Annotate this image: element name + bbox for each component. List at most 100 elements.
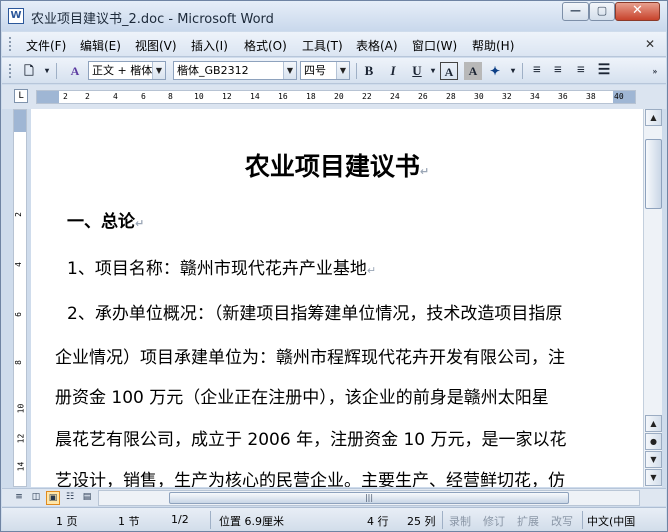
ruler-tick: 2 (63, 92, 68, 101)
formatting-toolbar: 🗋 ▾ A 正文 + 楷体 ▼ 楷体_GB2312 ▼ 四号 ▼ B I U ▾ A … (2, 58, 666, 84)
menu-view[interactable]: 视图(V) (135, 37, 177, 54)
status-position: 位置 6.9厘米 (219, 515, 284, 528)
left-margin-region (37, 91, 59, 103)
close-button[interactable]: ✕ (615, 2, 660, 21)
ruler-tick: 26 (418, 92, 428, 101)
chevron-down-icon[interactable]: ▼ (283, 62, 296, 79)
style-select[interactable]: 正文 + 楷体 ▼ (88, 61, 166, 80)
previous-page-icon[interactable]: ▲ (645, 415, 662, 432)
phonetic-guide-icon[interactable]: ✦ (486, 62, 504, 80)
reading-view-icon[interactable]: ▤ (80, 491, 94, 505)
document-page[interactable]: 农业项目建议书↵ 一、总论↵ 1、项目名称：赣州市现代花卉产业基地↵ 2、承办单… (31, 109, 643, 487)
toolbar-options-icon[interactable]: ▾ (38, 62, 56, 80)
menu-table[interactable]: 表格(A) (356, 37, 398, 54)
toolbar-separator (356, 63, 357, 79)
vertical-ruler[interactable]: 2 4 6 8 10 12 14 (13, 109, 27, 487)
menubar-grip-icon[interactable] (8, 36, 12, 52)
ruler-tick: 32 (502, 92, 512, 101)
vruler-tick: 4 (13, 262, 23, 267)
align-left-icon[interactable]: ≡ (528, 62, 546, 80)
window-title: 农业项目建议书_2.doc - Microsoft Word (31, 12, 274, 27)
status-page: 1 页 (56, 515, 78, 528)
ruler-tick: 4 (113, 92, 118, 101)
status-divider (210, 511, 211, 529)
font-select[interactable]: 楷体_GB2312 ▼ (173, 61, 297, 80)
ruler-tick: 36 (558, 92, 568, 101)
scroll-up-icon[interactable]: ▲ (645, 109, 662, 126)
ruler-tick: 38 (586, 92, 596, 101)
paragraph-mark: ↵ (366, 264, 377, 277)
justify-icon[interactable]: ☰ (595, 62, 613, 80)
toolbar-separator (56, 63, 57, 79)
status-extend[interactable]: 扩展 (517, 513, 539, 529)
vruler-tick: 2 (13, 212, 23, 217)
select-browse-object-icon[interactable]: ● (645, 433, 662, 450)
ruler-tick: 18 (306, 92, 316, 101)
new-document-icon[interactable]: 🗋 (20, 62, 38, 80)
vertical-scrollbar[interactable]: ▲ ▲ ● ▼ ▼ (643, 109, 662, 487)
menu-edit[interactable]: 编辑(E) (80, 37, 121, 54)
ruler-tick: 14 (250, 92, 260, 101)
web-view-icon[interactable]: ◫ (29, 491, 43, 505)
menu-insert[interactable]: 插入(I) (191, 37, 228, 54)
close-document-icon[interactable]: ✕ (645, 37, 655, 51)
align-center-icon[interactable]: ≡ (549, 62, 567, 80)
ruler-tick: 20 (334, 92, 344, 101)
toolbar-more-icon[interactable]: » (646, 62, 664, 80)
word-window: W 农业项目建议书_2.doc - Microsoft Word — ▢ ✕ 文… (0, 0, 668, 532)
horizontal-scrollbar[interactable]: ||| (98, 490, 640, 506)
status-language[interactable]: 中文(中国 (587, 513, 635, 529)
section-heading: 一、总论↵ (67, 212, 145, 232)
body-paragraph-line: 册资金 100 万元（企业正在注册中），该企业的前身是赣州太阳星 (55, 388, 549, 408)
ruler-tick: 6 (141, 92, 146, 101)
chevron-down-icon[interactable]: ▼ (336, 62, 349, 79)
italic-button[interactable]: I (384, 62, 402, 80)
bold-button[interactable]: B (360, 62, 378, 80)
horizontal-ruler[interactable]: 2 2 4 6 8 10 12 14 16 18 20 22 24 26 28 … (36, 90, 636, 104)
minimize-button[interactable]: — (562, 2, 589, 21)
ruler-tick: 22 (362, 92, 372, 101)
menu-bar: 文件(F) 编辑(E) 视图(V) 插入(I) 格式(O) 工具(T) 表格(A… (2, 32, 666, 57)
menu-help[interactable]: 帮助(H) (472, 37, 514, 54)
normal-view-icon[interactable]: ≡ (12, 491, 26, 505)
character-border-button[interactable]: A (440, 62, 458, 80)
phonetic-options-icon[interactable]: ▾ (504, 62, 522, 80)
vruler-tick: 6 (13, 312, 23, 317)
outline-view-icon[interactable]: ☷ (63, 491, 77, 505)
tab-selector-icon[interactable]: L (14, 89, 28, 103)
word-app-icon[interactable]: W (8, 8, 24, 24)
paragraph-mark: ↵ (419, 165, 430, 178)
status-page-of: 1/2 (171, 513, 189, 526)
paragraph-mark: ↵ (135, 217, 145, 230)
ruler-tick: 12 (222, 92, 232, 101)
ruler-row: L 2 2 4 6 8 10 12 14 16 18 20 22 24 26 2… (2, 85, 666, 109)
styles-formatting-icon[interactable]: A (66, 62, 84, 80)
menu-tools[interactable]: 工具(T) (302, 37, 343, 54)
print-view-icon[interactable]: ▣ (46, 491, 60, 505)
status-column: 25 列 (407, 515, 436, 528)
status-record[interactable]: 录制 (449, 513, 471, 529)
status-divider (442, 511, 443, 529)
menu-window[interactable]: 窗口(W) (412, 37, 457, 54)
menu-file[interactable]: 文件(F) (26, 37, 66, 54)
title-bar: W 农业项目建议书_2.doc - Microsoft Word — ▢ ✕ (1, 1, 667, 31)
body-paragraph-line: 艺设计，销售，生产为核心的民营企业。主要生产、经营鲜切花，仿 (55, 471, 565, 487)
ruler-tick: 34 (530, 92, 540, 101)
body-paragraph: 1、项目名称：赣州市现代花卉产业基地↵ (67, 259, 377, 279)
ruler-tick: 2 (85, 92, 90, 101)
maximize-button[interactable]: ▢ (589, 2, 615, 21)
font-size-select[interactable]: 四号 ▼ (300, 61, 350, 80)
menu-format[interactable]: 格式(O) (244, 37, 287, 54)
character-shading-button[interactable]: A (464, 62, 482, 80)
toolbar-grip-icon[interactable] (8, 63, 12, 79)
next-page-icon[interactable]: ▼ (645, 451, 662, 468)
horizontal-scroll-thumb[interactable]: ||| (169, 492, 569, 504)
status-track-changes[interactable]: 修订 (483, 513, 505, 529)
align-right-icon[interactable]: ≡ (572, 62, 590, 80)
scroll-down-icon[interactable]: ▼ (645, 469, 662, 486)
status-overtype[interactable]: 改写 (551, 513, 573, 529)
chevron-down-icon[interactable]: ▼ (152, 62, 165, 79)
vertical-scroll-thumb[interactable] (645, 139, 662, 209)
ruler-tick: 8 (168, 92, 173, 101)
horizontal-scroll-row: ≡ ◫ ▣ ☷ ▤ ||| (2, 488, 666, 506)
